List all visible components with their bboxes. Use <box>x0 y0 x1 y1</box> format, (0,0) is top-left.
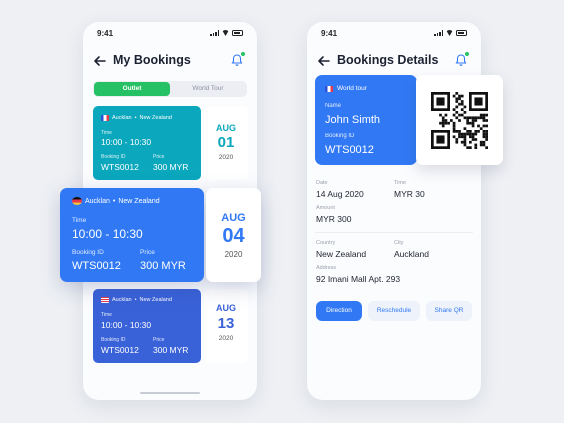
city-value: Auckland <box>394 249 429 259</box>
route-separator: • <box>134 297 137 303</box>
date-stub: AUG 13 2020 <box>204 289 248 363</box>
route-separator: • <box>112 197 116 205</box>
country-label: Country <box>316 240 336 246</box>
tour-name: World tour <box>337 85 367 92</box>
date-year: 2020 <box>224 250 243 259</box>
amount-label: Amount <box>316 205 335 211</box>
name-label: Name <box>325 103 342 109</box>
time-label: Time <box>72 217 87 224</box>
passenger-name: John Simth <box>325 114 381 126</box>
booking-ticket[interactable]: Aucklan • New Zealand Time 10:00 - 10:30… <box>93 289 248 363</box>
booking-ticket[interactable]: Aucklan • New Zealand Time 10:00 - 10:30… <box>93 106 248 180</box>
signal-icon <box>210 30 219 36</box>
origin-city: Aucklan <box>112 115 132 121</box>
origin-city: Aucklan <box>112 297 132 303</box>
date-stub: AUG 04 2020 <box>206 188 261 282</box>
booking-id-label: Booking ID <box>325 133 355 139</box>
booking-id-label: Booking ID <box>101 154 126 160</box>
battery-icon <box>232 30 243 36</box>
battery-icon <box>456 30 467 36</box>
usa-flag-icon <box>101 297 109 303</box>
date-month: AUG <box>221 212 246 224</box>
tab-outlet[interactable]: Outlet <box>94 82 170 96</box>
share-qr-button[interactable]: Share QR <box>426 301 472 321</box>
country-value: New Zealand <box>316 249 367 259</box>
date-stub: AUG 01 2020 <box>204 106 248 180</box>
status-bar: 9:41 <box>97 29 243 39</box>
date-month: AUG <box>216 303 236 313</box>
date-day: 04 <box>222 225 245 247</box>
price-label: Price <box>153 154 165 160</box>
notification-bell-icon[interactable] <box>453 52 469 68</box>
wifi-icon <box>446 30 453 36</box>
back-arrow-icon[interactable] <box>93 54 107 68</box>
signal-icon <box>434 30 443 36</box>
status-bar: 9:41 <box>321 29 467 39</box>
tab-world-tour[interactable]: World Tour <box>170 82 246 96</box>
destination-country: New Zealand <box>139 297 172 303</box>
notification-dot <box>465 52 469 56</box>
booking-ticket-selected[interactable]: Aucklan • New Zealand Time 10:00 - 10:30… <box>60 188 261 282</box>
qr-code-card <box>416 75 503 165</box>
booking-id-value: WTS0012 <box>72 260 121 272</box>
time-label: Time <box>394 180 407 186</box>
booking-detail-card: World tour Name John Simth Booking ID WT… <box>315 75 417 165</box>
price-label: Price <box>153 337 165 343</box>
reschedule-button[interactable]: Reschedule <box>368 301 420 321</box>
time-value: 10:00 - 10:30 <box>101 320 152 330</box>
page-title: My Bookings <box>113 53 191 67</box>
booking-id-label: Booking ID <box>101 337 126 343</box>
time-value: 10:00 - 10:30 <box>72 227 143 241</box>
booking-id-value: WTS0012 <box>101 345 139 355</box>
address-value: 92 Imani Mall Apt. 293 <box>316 274 401 284</box>
destination-country: New Zealand <box>139 115 172 121</box>
status-time: 9:41 <box>321 29 338 38</box>
time-label: Time <box>101 312 112 318</box>
qr-code-image <box>431 92 488 149</box>
direction-button[interactable]: Direction <box>316 301 362 321</box>
price-value: 300 MYR <box>153 345 189 355</box>
notification-bell-icon[interactable] <box>229 52 245 68</box>
price-value: 300 MYR <box>153 162 189 172</box>
wifi-icon <box>222 30 229 36</box>
amount-value: MYR 300 <box>316 214 352 224</box>
france-flag-icon <box>325 85 333 92</box>
germany-flag-icon <box>72 197 82 205</box>
destination-country: New Zealand <box>118 197 160 205</box>
city-label: City <box>394 240 404 246</box>
divider <box>315 232 473 233</box>
route-separator: • <box>134 115 137 121</box>
price-label: Price <box>140 249 155 256</box>
back-arrow-icon[interactable] <box>317 54 331 68</box>
page-title: Bookings Details <box>337 53 439 67</box>
time-label: Time <box>101 130 112 136</box>
status-time: 9:41 <box>97 29 114 38</box>
date-year: 2020 <box>218 154 234 161</box>
date-year: 2020 <box>218 335 234 342</box>
price-value: 300 MYR <box>140 260 186 272</box>
booking-id-value: WTS0012 <box>101 162 139 172</box>
date-day: 01 <box>217 134 235 151</box>
france-flag-icon <box>101 115 109 121</box>
home-indicator <box>140 391 200 394</box>
notification-dot <box>241 52 245 56</box>
booking-tabs: Outlet World Tour <box>93 81 247 97</box>
booking-id-value: WTS0012 <box>325 144 374 156</box>
date-value: 14 Aug 2020 <box>316 189 364 199</box>
address-label: Address <box>316 265 337 271</box>
origin-city: Aucklan <box>85 197 110 205</box>
booking-id-label: Booking ID <box>72 249 104 256</box>
time-value: 10:00 - 10:30 <box>101 137 152 147</box>
date-day: 13 <box>217 315 235 332</box>
time-value: MYR 30 <box>394 189 425 199</box>
date-label: Date <box>316 180 328 186</box>
date-month: AUG <box>216 123 236 133</box>
